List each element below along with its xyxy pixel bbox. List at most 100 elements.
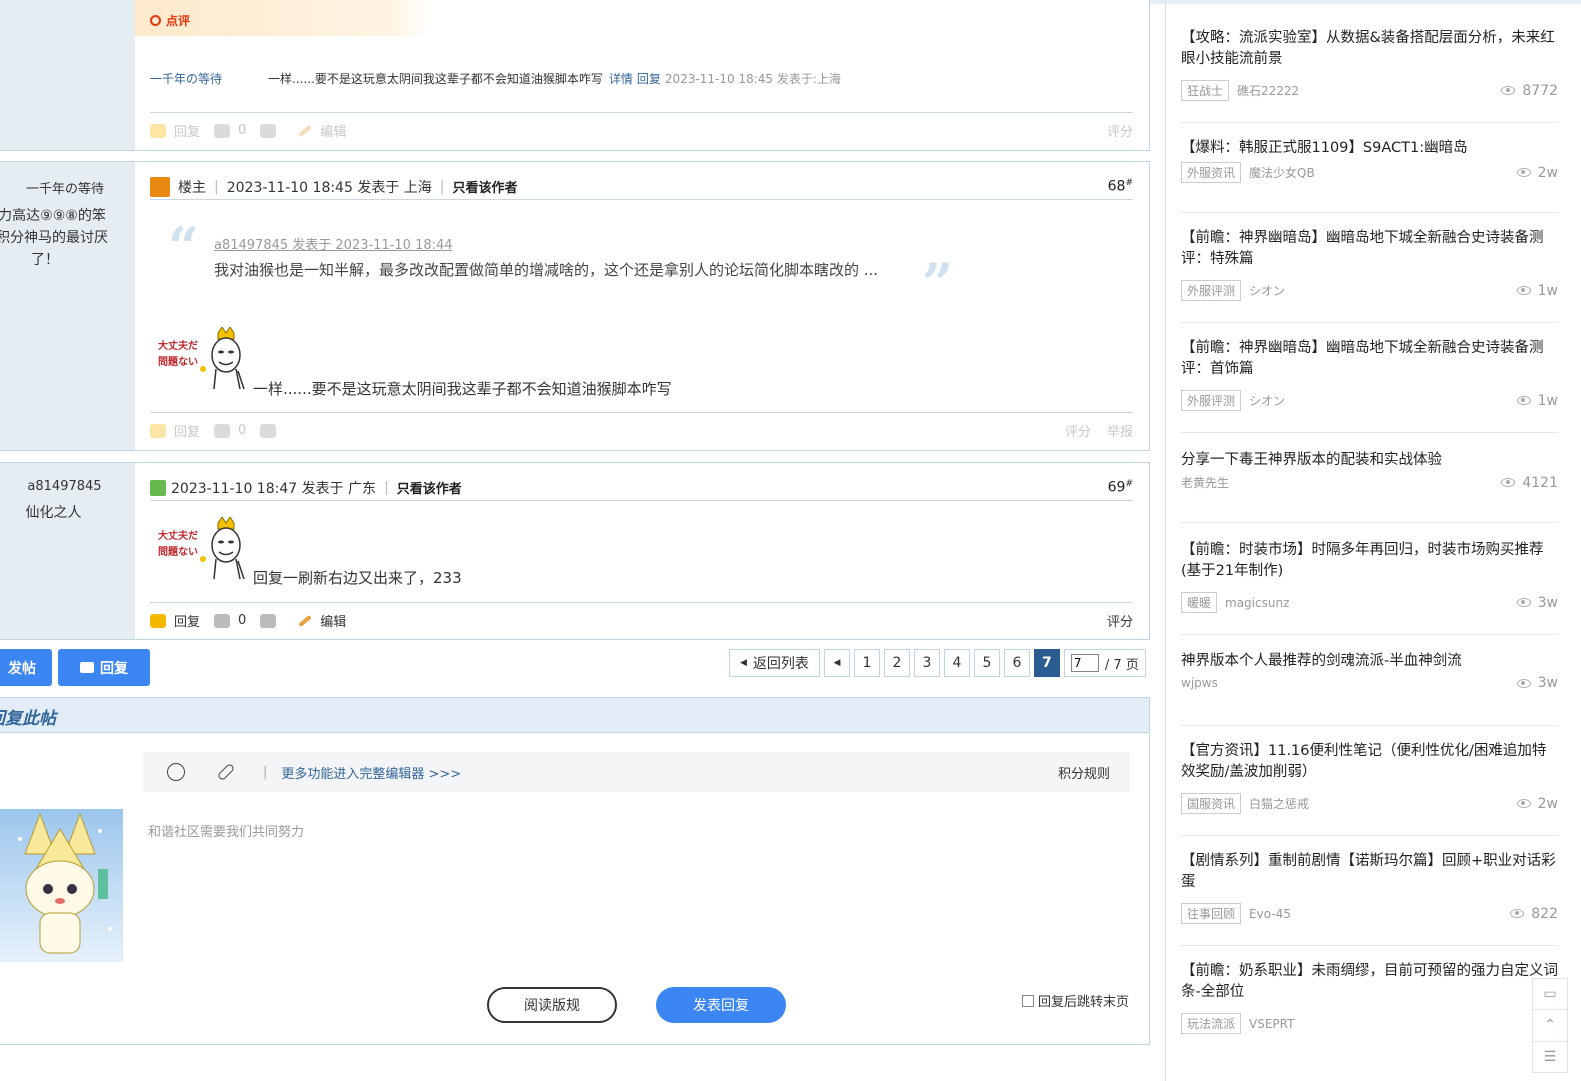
comment-reply-link[interactable]: 回复 (637, 70, 661, 87)
article-author[interactable]: 魔法少女QB (1249, 164, 1315, 181)
comment-detail-link[interactable]: 详情 (609, 70, 633, 87)
article-title[interactable]: 【前瞻：神界幽暗岛】幽暗岛地下城全新融合史诗装备测评：特殊篇 (1181, 228, 1558, 270)
article-author[interactable]: 礁石22222 (1237, 82, 1299, 99)
view-count: 2w (1537, 795, 1558, 812)
quote-source-link[interactable]: a81497845 发表于 2023-11-10 18:44 (214, 234, 958, 253)
dianping-label: 点评 (150, 12, 190, 29)
dislike-button[interactable] (260, 123, 284, 138)
edit-button[interactable]: 编辑 (298, 121, 346, 140)
eye-icon (1501, 86, 1516, 95)
sidebar-article-item[interactable]: 分享一下毒王神界版本的配装和实战体验老黄先生 4121 (1181, 450, 1558, 523)
floor-number[interactable]: 68# (1108, 178, 1133, 195)
only-author-link[interactable]: 只看该作者 (453, 177, 518, 196)
report-button[interactable]: 举报 (1107, 421, 1133, 440)
read-rules-button[interactable]: 阅读版规 (487, 987, 617, 1023)
dislike-button[interactable] (260, 613, 284, 628)
page-3[interactable]: 3 (913, 649, 940, 677)
new-post-button[interactable]: 发帖 (0, 649, 52, 686)
link-icon[interactable] (216, 762, 236, 782)
reply-button[interactable]: 回复 (150, 421, 200, 440)
smiley-icon[interactable] (167, 763, 185, 781)
rate-button[interactable]: 评分 (1107, 121, 1133, 140)
article-tag[interactable]: 国服资讯 (1181, 793, 1242, 814)
article-author[interactable]: シオン (1249, 282, 1285, 299)
article-title[interactable]: 【官方资讯】11.16便利性笔记（便利性优化/困难追加特效奖励/盖波加削弱） (1181, 741, 1558, 783)
page-1[interactable]: 1 (853, 649, 880, 677)
feedback-icon[interactable]: ▭ (1533, 979, 1567, 1011)
page-7-current[interactable]: 7 (1033, 649, 1060, 677)
article-meta: 老黄先生 4121 (1181, 474, 1558, 491)
like-button[interactable]: 0 (214, 423, 246, 438)
role-label: 楼主 (178, 179, 206, 196)
article-title[interactable]: 【前瞻：神界幽暗岛】幽暗岛地下城全新融合史诗装备测评：首饰篇 (1181, 338, 1558, 380)
article-author[interactable]: 白猫之惩戒 (1249, 795, 1309, 812)
page-jump-input[interactable] (1070, 654, 1099, 672)
article-tag[interactable]: 狂战士 (1181, 80, 1230, 101)
article-title[interactable]: 【前瞻：时装市场】时隔多年再回归，时装市场购买推荐(基于21年制作) (1181, 540, 1558, 582)
page-4[interactable]: 4 (943, 649, 970, 677)
article-title[interactable]: 神界版本个人最推荐的剑魂流派-半血神剑流 (1181, 651, 1558, 672)
post-message: 回复一刷新右边又出来了，233 (253, 569, 462, 587)
article-views: 2w (1516, 165, 1558, 181)
sidebar-article-item[interactable]: 神界版本个人最推荐的剑魂流派-半血神剑流 wjpws 3w (1181, 651, 1558, 726)
reply-button[interactable]: 回复 (150, 611, 200, 630)
eye-icon (1501, 478, 1516, 487)
article-author[interactable]: wjpws (1181, 676, 1218, 690)
like-button[interactable]: 0 (214, 613, 246, 628)
post-time: 2023-11-10 18:45 发表于 上海 (226, 179, 432, 196)
only-author-link[interactable]: 只看该作者 (397, 478, 462, 497)
article-author[interactable]: magicsunz (1225, 596, 1289, 610)
full-editor-link[interactable]: 更多功能进入完整编辑器 >>> (281, 763, 461, 782)
reply-button[interactable]: 回复 (150, 121, 200, 140)
jump-checkbox[interactable] (1021, 994, 1034, 1007)
article-title[interactable]: 分享一下毒王神界版本的配装和实战体验 (1181, 450, 1558, 471)
page-6[interactable]: 6 (1003, 649, 1030, 677)
sidebar-article-item[interactable]: 【爆料：韩服正式服1109】S9ACT1:幽暗岛 外服资讯 魔法少女QB 2w (1181, 138, 1558, 213)
author-name[interactable]: 一千年の等待 (0, 178, 135, 197)
sidebar-article-item[interactable]: 【攻略：流派实验室】从数据&装备搭配层面分析，未来红眼小技能流前景狂战士 礁石22… (1181, 28, 1558, 123)
article-tag[interactable]: 外服评测 (1181, 390, 1242, 411)
article-title[interactable]: 【前瞻：奶系职业】未雨绸缪，目前可预留的强力自定义词条-全部位 (1181, 961, 1558, 1003)
article-tag[interactable]: 外服资讯 (1181, 162, 1242, 183)
edit-button[interactable]: 编辑 (298, 611, 346, 630)
rate-button[interactable]: 评分 (1107, 611, 1133, 630)
article-title[interactable]: 【爆料：韩服正式服1109】S9ACT1:幽暗岛 (1181, 138, 1558, 159)
back-to-list-button[interactable]: ◀ 返回列表 (729, 649, 820, 677)
article-title[interactable]: 【剧情系列】重制前剧情【诺斯玛尔篇】回顾+职业对话彩蛋 (1181, 851, 1558, 893)
view-count: 1w (1537, 282, 1558, 299)
rate-button[interactable]: 评分 (1065, 421, 1091, 440)
toolbar-divider: | (263, 764, 268, 780)
article-tag[interactable]: 玩法流派 (1181, 1013, 1242, 1034)
reply-post-button[interactable]: 回复 (58, 649, 150, 686)
sidebar-article-item[interactable]: 【前瞻：神界幽暗岛】幽暗岛地下城全新融合史诗装备测评：特殊篇外服评测 シオン 1w (1181, 228, 1558, 323)
back-to-top-icon[interactable]: ⌃ (1533, 1010, 1567, 1042)
submit-reply-button[interactable]: 发表回复 (656, 987, 786, 1023)
sidebar-article-item[interactable]: 【剧情系列】重制前剧情【诺斯玛尔篇】回顾+职业对话彩蛋 往事回顾 Evo-45 822 (1181, 851, 1558, 946)
article-tag[interactable]: 暖暖 (1181, 592, 1218, 613)
close-quote-icon: ” (922, 251, 954, 315)
author-name[interactable]: a81497845 (0, 479, 135, 494)
prev-page-button[interactable]: ◀ (823, 649, 850, 677)
article-author[interactable]: 老黄先生 (1181, 474, 1229, 491)
like-button[interactable]: 0 (214, 123, 246, 138)
article-author[interactable]: シオン (1249, 392, 1285, 409)
post-footer: 回复 0 编辑 评分 (150, 112, 1133, 148)
list-icon[interactable]: ☰ (1533, 1042, 1567, 1072)
article-tag[interactable]: 外服评测 (1181, 280, 1242, 301)
article-title[interactable]: 【攻略：流派实验室】从数据&装备搭配层面分析，未来红眼小技能流前景 (1181, 28, 1558, 70)
sidebar-article-item[interactable]: 【前瞻：奶系职业】未雨绸缪，目前可预留的强力自定义词条-全部位玩法流派 VSEPR… (1181, 961, 1558, 1056)
page-5[interactable]: 5 (973, 649, 1000, 677)
comment-author-link[interactable]: 一千年の等待 (150, 70, 268, 87)
article-tag[interactable]: 往事回顾 (1181, 903, 1242, 924)
sidebar-article-item[interactable]: 【前瞻：神界幽暗岛】幽暗岛地下城全新融合史诗装备测评：首饰篇 外服评测 シオン 1w (1181, 338, 1558, 433)
page-2[interactable]: 2 (883, 649, 910, 677)
dislike-button[interactable] (260, 423, 284, 438)
sidebar-article-item[interactable]: 【前瞻：时装市场】时隔多年再回归，时装市场购买推荐(基于21年制作) 暖暖 magi… (1181, 540, 1558, 635)
article-author[interactable]: Evo-45 (1249, 907, 1291, 921)
floor-number[interactable]: 69# (1108, 479, 1133, 496)
article-author[interactable]: VSEPRT (1249, 1017, 1294, 1031)
reply-textarea[interactable]: 和谐社区需要我们共同努力 (148, 821, 304, 840)
sidebar-article-item[interactable]: 【官方资讯】11.16便利性笔记（便利性优化/困难追加特效奖励/盖波加削弱） 国服… (1181, 741, 1558, 836)
article-meta: 外服资讯 魔法少女QB 2w (1181, 162, 1558, 183)
points-rules-link[interactable]: 积分规则 (1058, 763, 1110, 782)
